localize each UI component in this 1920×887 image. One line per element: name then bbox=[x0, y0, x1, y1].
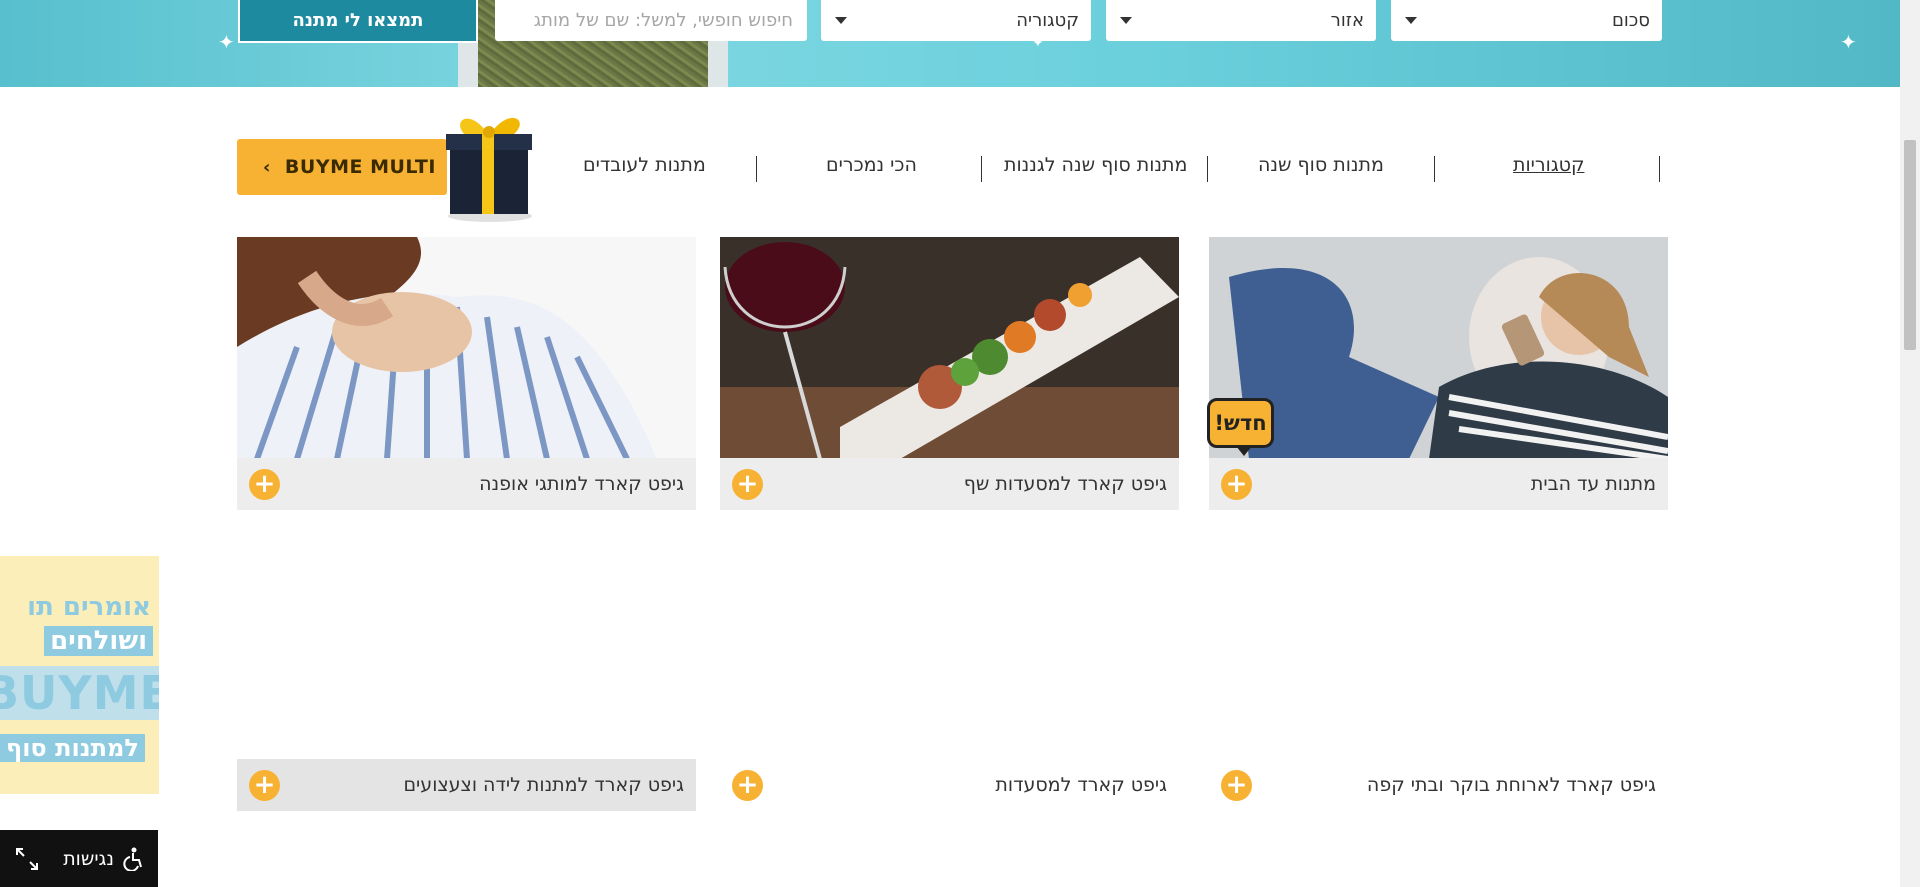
promo-line: למתנות סוף bbox=[0, 734, 145, 762]
caret-down-icon bbox=[835, 17, 847, 24]
category-select-value: קטגוריה bbox=[1016, 10, 1079, 31]
nav-separator bbox=[981, 156, 982, 182]
card-image bbox=[237, 237, 696, 459]
free-search-input[interactable] bbox=[495, 0, 807, 41]
new-badge: חדש! bbox=[1207, 398, 1274, 456]
area-select[interactable]: אזור bbox=[1106, 0, 1376, 41]
amount-select[interactable]: סכום bbox=[1391, 0, 1662, 41]
chevron-left-icon: ‹ bbox=[263, 156, 271, 178]
nav-item-year-end-gifts[interactable]: מתנות סוף שנה bbox=[1258, 154, 1384, 176]
plus-icon[interactable]: + bbox=[249, 468, 280, 500]
card-caption: + גיפט קארד לארוחת בוקר ובתי קפה bbox=[1209, 759, 1668, 811]
page-scrollbar[interactable] bbox=[1900, 0, 1920, 887]
nav-item-categories[interactable]: קטגוריות bbox=[1513, 154, 1584, 176]
nav-separator bbox=[1659, 156, 1660, 182]
caret-down-icon bbox=[1120, 17, 1132, 24]
promo-line: ושולחים bbox=[44, 626, 153, 656]
card-caption: + גיפט קארד למותגי אופנה bbox=[237, 458, 696, 510]
promo-logo-text: BUYME bbox=[0, 666, 159, 720]
product-card[interactable]: + גיפט קארד למתנות לידה וצעצועים bbox=[237, 538, 696, 811]
nav-item-kindergarten-gifts[interactable]: מתנות סוף שנה לגננות bbox=[1004, 154, 1187, 176]
find-gift-button[interactable]: תמצאו לי מתנה bbox=[238, 0, 478, 43]
product-card[interactable]: + גיפט קארד למסעדות bbox=[720, 538, 1179, 811]
card-caption: + גיפט קארד למסעדות bbox=[720, 759, 1179, 811]
sparkle-icon: ✦ bbox=[1840, 30, 1857, 54]
nav-item-best-sellers[interactable]: הכי נמכרים bbox=[826, 154, 917, 176]
nav-item-employee-gifts[interactable]: מתנות לעובדים bbox=[583, 154, 706, 176]
caret-down-icon bbox=[1405, 17, 1417, 24]
card-title: גיפט קארד לארוחת בוקר ובתי קפה bbox=[1366, 774, 1656, 796]
category-select[interactable]: קטגוריה bbox=[821, 0, 1091, 41]
gift-box-icon bbox=[446, 117, 532, 222]
product-card[interactable]: + גיפט קארד למסעדות שף bbox=[720, 237, 1179, 510]
buyme-multi-label: BUYME MULTI bbox=[284, 156, 436, 178]
plus-icon[interactable]: + bbox=[249, 769, 280, 801]
wheelchair-icon bbox=[123, 847, 142, 871]
card-title: גיפט קארד למתנות לידה וצעצועים bbox=[403, 774, 684, 796]
area-select-value: אזור bbox=[1330, 10, 1364, 31]
card-title: גיפט קארד למסעדות שף bbox=[963, 473, 1167, 495]
card-caption: + גיפט קארד למסעדות שף bbox=[720, 458, 1179, 510]
nav-separator bbox=[756, 156, 757, 182]
card-image bbox=[720, 237, 1179, 459]
plus-icon[interactable]: + bbox=[1221, 769, 1252, 801]
product-card[interactable]: + גיפט קארד לארוחת בוקר ובתי קפה bbox=[1209, 538, 1668, 811]
card-caption: + גיפט קארד למתנות לידה וצעצועים bbox=[237, 759, 696, 811]
plus-icon[interactable]: + bbox=[1221, 468, 1252, 500]
plus-icon[interactable]: + bbox=[732, 468, 763, 500]
scrollbar-thumb[interactable] bbox=[1904, 140, 1916, 350]
card-title: גיפט קארד למותגי אופנה bbox=[479, 473, 684, 495]
card-caption: + מתנות עד הבית bbox=[1209, 458, 1668, 510]
side-promo-banner[interactable]: אומרים תו ושולחים BUYME למתנות סוף bbox=[0, 556, 159, 794]
buyme-multi-button[interactable]: ‹ BUYME MULTI bbox=[237, 139, 447, 195]
expand-icon bbox=[16, 847, 38, 870]
accessibility-button[interactable]: נגישות bbox=[0, 830, 158, 887]
nav-separator bbox=[1434, 156, 1435, 182]
sparkle-icon: ✦ bbox=[218, 30, 235, 54]
product-card[interactable]: + גיפט קארד למותגי אופנה bbox=[237, 237, 696, 510]
amount-select-value: סכום bbox=[1611, 10, 1650, 31]
accessibility-label: נגישות bbox=[63, 847, 114, 870]
nav-separator bbox=[1207, 156, 1208, 182]
card-image bbox=[1209, 237, 1668, 459]
search-banner: ✦ ✦ ✦ תמצאו לי מתנה קטגוריה אזור סכום bbox=[0, 0, 1900, 87]
card-title: מתנות עד הבית bbox=[1530, 473, 1656, 495]
promo-line: אומרים תו bbox=[27, 592, 151, 622]
product-card[interactable]: + מתנות עד הבית bbox=[1209, 237, 1668, 510]
card-title: גיפט קארד למסעדות bbox=[995, 774, 1167, 796]
plus-icon[interactable]: + bbox=[732, 769, 763, 801]
